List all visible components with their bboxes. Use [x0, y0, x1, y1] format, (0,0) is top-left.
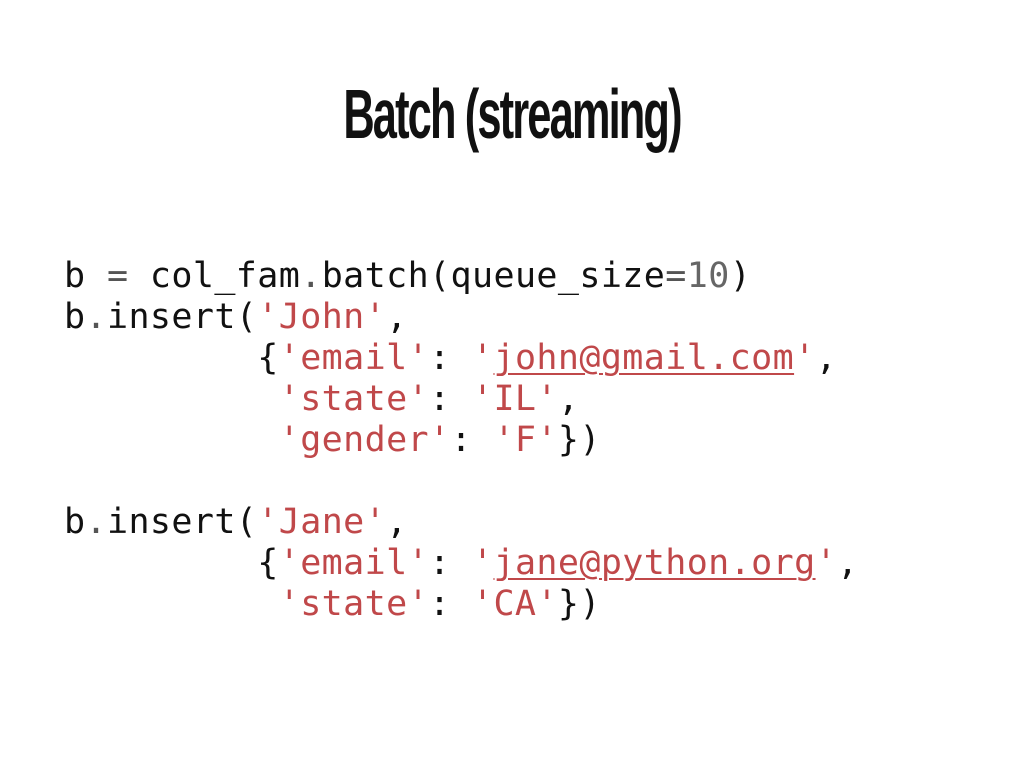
code-token: , [837, 543, 859, 583]
code-token: ) [729, 256, 752, 296]
code-line: {'email': 'jane@python.org', [64, 543, 859, 584]
code-token: insert( [106, 502, 258, 542]
code-string: ' [815, 543, 838, 583]
code-token: : [429, 584, 472, 624]
code-string: 'Jane' [257, 502, 387, 542]
code-string: 'state' [278, 379, 430, 419]
code-email-link[interactable]: john@gmail.com [493, 338, 794, 378]
code-line: b = col_fam.batch(queue_size=10) [64, 256, 859, 297]
code-line: {'email': 'john@gmail.com', [64, 338, 859, 379]
code-operator: . [85, 297, 107, 337]
code-operator: = [665, 256, 687, 296]
code-token: : [429, 338, 472, 378]
code-token: batch(queue_size [321, 256, 666, 296]
code-token: , [815, 338, 838, 378]
code-operator: = [106, 256, 129, 296]
code-token: : [450, 420, 494, 460]
code-block: b = col_fam.batch(queue_size=10) b.insert… [64, 256, 859, 625]
code-line: 'state': 'IL', [64, 379, 859, 420]
code-token: b [64, 502, 86, 542]
code-string: ' [794, 338, 816, 378]
code-string: 'email' [278, 338, 430, 378]
code-line: 'gender': 'F'}) [64, 420, 859, 461]
code-token: , [386, 297, 408, 337]
code-token: b [64, 256, 107, 296]
code-number: 10 [686, 256, 730, 296]
code-token: , [386, 502, 408, 542]
code-email-link[interactable]: jane@python.org [493, 543, 815, 583]
code-string: 'CA' [471, 584, 558, 624]
code-token: { [64, 543, 279, 583]
code-string: 'IL' [471, 379, 558, 419]
code-token: }) [557, 420, 601, 460]
code-line: 'state': 'CA'}) [64, 584, 859, 625]
code-token: : [429, 379, 472, 419]
code-token: { [64, 338, 279, 378]
code-string: 'email' [278, 543, 430, 583]
code-token: insert( [106, 297, 258, 337]
code-line: b.insert('John', [64, 297, 859, 338]
code-string: 'F' [493, 420, 558, 460]
code-line: b.insert('Jane', [64, 502, 859, 543]
code-string: ' [471, 338, 494, 378]
code-token: col_fam [128, 256, 301, 296]
code-string: 'gender' [278, 420, 451, 460]
code-string: 'state' [278, 584, 430, 624]
code-string: ' [471, 543, 494, 583]
code-token: }) [557, 584, 601, 624]
code-operator: . [85, 502, 107, 542]
code-operator: . [300, 256, 322, 296]
code-token: : [429, 543, 472, 583]
code-token: b [64, 297, 86, 337]
code-string: 'John' [257, 297, 387, 337]
code-token: , [557, 379, 580, 419]
slide: Batch (streaming) b = col_fam.batch(queu… [0, 0, 1024, 768]
slide-title: Batch (streaming) [343, 75, 682, 153]
